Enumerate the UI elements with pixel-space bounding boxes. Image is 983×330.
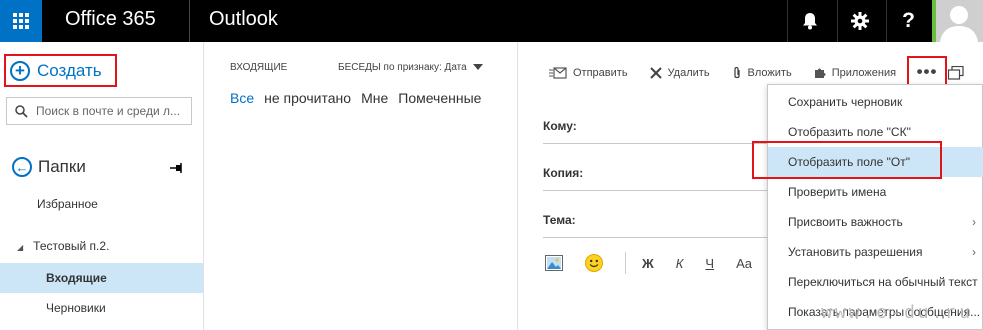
send-label: Отправить (573, 67, 628, 79)
folders-header[interactable]: ← Папки (12, 157, 86, 177)
apps-label: Приложения (831, 67, 897, 79)
menu-item-set-permissions[interactable]: Установить разрешения › (768, 237, 983, 267)
brand-title[interactable]: Office 365 (65, 8, 156, 31)
notifications-button[interactable] (787, 0, 831, 42)
back-arrow-icon: ← (12, 157, 32, 177)
search-placeholder: Поиск в почте и среди л... (36, 104, 180, 118)
underline-button[interactable]: Ч (705, 256, 714, 271)
popout-icon[interactable] (948, 66, 964, 80)
filter-tabs: Все не прочитано Мне Помеченные (230, 90, 481, 106)
waffle-icon (13, 13, 29, 29)
search-input[interactable]: Поиск в почте и среди л... (6, 97, 192, 125)
delete-label: Удалить (667, 67, 710, 79)
more-options-menu: Сохранить черновик Отобразить поле "СК" … (767, 84, 983, 330)
close-icon (649, 67, 662, 79)
bell-icon (802, 13, 817, 30)
sort-dropdown[interactable]: БЕСЕДЫ по признаку: Дата (338, 62, 483, 73)
gear-icon (850, 12, 869, 30)
cc-label: Копия: (543, 166, 584, 180)
plus-circle-icon: + (10, 60, 30, 81)
account-label: Тестовый п.2. (33, 239, 110, 253)
menu-item-label: Установить разрешения (788, 245, 923, 259)
collapse-triangle-icon: ◢ (17, 243, 24, 252)
sidebar-item-account[interactable]: ◢ Тестовый п.2. (17, 239, 109, 253)
bold-button[interactable]: Ж (642, 256, 654, 271)
avatar[interactable] (932, 0, 983, 42)
subject-label: Тема: (543, 213, 576, 227)
paperclip-icon (733, 66, 740, 79)
delete-button[interactable]: Удалить (649, 67, 710, 79)
smiley-icon (585, 254, 603, 272)
emoji-button[interactable] (585, 254, 603, 272)
compose-toolbar: Отправить Удалить Вложить Приложения (549, 66, 918, 80)
menu-item-set-importance[interactable]: Присвоить важность › (768, 207, 983, 237)
list-header: ВХОДЯЩИЕ (230, 62, 288, 73)
pin-icon[interactable] (170, 163, 184, 173)
filter-to-me[interactable]: Мне (361, 90, 388, 106)
menu-item-save-draft[interactable]: Сохранить черновик (768, 87, 983, 117)
more-options-button[interactable]: ••• (907, 56, 947, 87)
create-label: Создать (37, 60, 102, 80)
watermark: www.e-du.ru (821, 304, 973, 324)
search-icon (15, 104, 28, 118)
filter-flagged[interactable]: Помеченные (398, 90, 481, 106)
message-list-pane: ВХОДЯЩИЕ БЕСЕДЫ по признаку: Дата Все не… (204, 42, 518, 330)
filter-unread[interactable]: не прочитано (264, 90, 351, 106)
settings-button[interactable] (837, 0, 881, 42)
top-bar: Office 365 Outlook ? (0, 0, 983, 42)
send-envelope-icon (549, 67, 567, 79)
insert-picture-button[interactable] (545, 255, 563, 271)
menu-item-check-names[interactable]: Проверить имена (768, 177, 983, 207)
sidebar-item-drafts[interactable]: Черновики (46, 301, 106, 315)
attach-button[interactable]: Вложить (732, 66, 792, 80)
create-button[interactable]: + Создать (4, 54, 117, 87)
menu-item-label: Присвоить важность (788, 215, 903, 229)
menu-item-plain-text[interactable]: Переключиться на обычный текст (768, 267, 983, 297)
cc-field[interactable]: Копия: (543, 166, 783, 191)
chevron-down-icon (472, 64, 483, 71)
sidebar-item-favorites[interactable]: Избранное (37, 197, 98, 211)
to-field[interactable]: Кому: (543, 119, 783, 144)
user-silhouette-icon (940, 6, 978, 42)
filter-all[interactable]: Все (230, 90, 254, 106)
divider (625, 252, 626, 274)
help-button[interactable]: ? (886, 0, 930, 42)
sort-label: БЕСЕДЫ по признаку: Дата (338, 62, 467, 73)
app-launcher-button[interactable] (0, 0, 42, 42)
send-button[interactable]: Отправить (549, 67, 628, 79)
app-name[interactable]: Outlook (209, 8, 278, 31)
folders-label: Папки (38, 157, 86, 176)
picture-icon (545, 255, 563, 271)
to-label: Кому: (543, 119, 577, 133)
chevron-right-icon: › (972, 215, 976, 229)
divider (189, 0, 190, 42)
apps-puzzle-icon (814, 68, 826, 78)
attach-label: Вложить (747, 67, 792, 79)
font-button[interactable]: Aa (736, 256, 752, 271)
annotation-highlight-box (752, 141, 942, 179)
chevron-right-icon: › (972, 245, 976, 259)
subject-field[interactable]: Тема: (543, 213, 783, 238)
sidebar-item-inbox[interactable]: Входящие (0, 263, 203, 293)
format-toolbar: Ж К Ч Aa (545, 252, 774, 274)
apps-button[interactable]: Приложения (814, 67, 896, 79)
italic-button[interactable]: К (676, 256, 684, 271)
help-icon: ? (902, 9, 915, 32)
